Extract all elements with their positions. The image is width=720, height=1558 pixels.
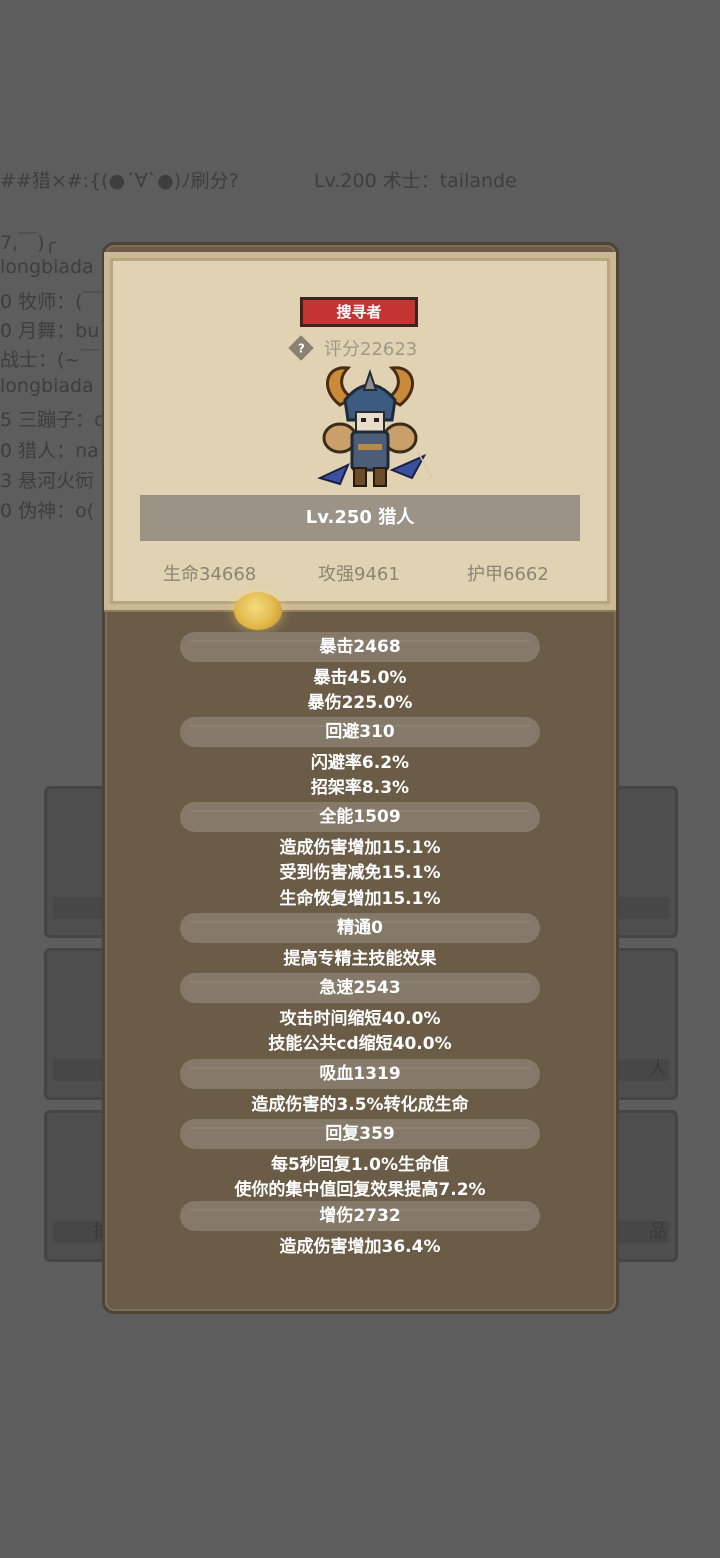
bg-rank-line: ##猎×#:{(●´∀`●)ﾉ刷分? <box>0 170 239 192</box>
stat-detail: 受到伤害减免15.1% <box>279 863 441 883</box>
help-icon[interactable]: ? <box>288 335 314 361</box>
stat-detail: 造成伤害增加36.4% <box>279 1237 441 1257</box>
stat-regen: 回复359 <box>180 1119 540 1149</box>
bg-rank-line: 0 牧师：(￣ <box>0 291 102 313</box>
stat-dodge: 回避310 <box>180 717 540 747</box>
score-row: ? 评分22623 <box>288 335 418 361</box>
stat-detail: 闪避率6.2% <box>310 753 410 773</box>
bg-card-label: 人 <box>649 1059 667 1080</box>
stat-versatility: 全能1509 <box>180 802 540 832</box>
stat-detail: 暴击45.0% <box>313 668 407 688</box>
bg-rank-line: 0 月舞：bu <box>0 320 100 342</box>
bg-rank-line: 0 猎人：na <box>0 440 99 462</box>
score-text: 评分22623 <box>324 339 418 360</box>
stat-mastery: 精通0 <box>180 913 540 943</box>
stat-detail: 技能公共cd缩短40.0% <box>268 1034 452 1054</box>
bg-rank-line: 3 悬河火衏 <box>0 470 95 492</box>
stat-detail: 每5秒回复1.0%生命值 <box>271 1155 449 1175</box>
stat-detail: 造成伤害的3.5%转化成生命 <box>251 1095 469 1115</box>
bg-rank-line: Lv.200 术士：tailande <box>314 170 517 192</box>
hp-stat: 生命34668 <box>163 564 257 585</box>
stat-detail: 提高专精主技能效果 <box>283 949 437 969</box>
bg-rank-line: 5 三蹦子：c <box>0 409 105 431</box>
bg-rank-line: longbiada <box>0 256 94 278</box>
stat-detail: 使你的集中值回复效果提高7.2% <box>234 1180 486 1200</box>
stat-detail: 攻击时间缩短40.0% <box>279 1009 441 1029</box>
level-class-bar: Lv.250 猎人 <box>140 495 580 541</box>
bg-rank-line: 战士：(~￣ <box>0 349 100 371</box>
stat-detail: 生命恢复增加15.1% <box>279 889 441 909</box>
coin-icon <box>234 592 282 630</box>
bg-rank-line: longbiada <box>0 375 94 397</box>
stat-detail: 造成伤害增加15.1% <box>279 838 441 858</box>
class-badge: 搜寻者 <box>300 297 418 327</box>
stat-detail: 暴伤225.0% <box>307 693 413 713</box>
bg-rank-line: 0 伪神：o( <box>0 500 95 522</box>
attack-stat: 攻强9461 <box>318 564 400 585</box>
character-portrait <box>317 366 433 487</box>
bg-card-label: 品 <box>649 1221 667 1242</box>
bg-rank-line: 7,￣)╭ <box>0 232 56 254</box>
stat-detail: 招架率8.3% <box>310 778 410 798</box>
stat-lifesteal: 吸血1319 <box>180 1059 540 1089</box>
stat-damage-bonus: 增伤2732 <box>180 1201 540 1231</box>
stat-crit: 暴击2468 <box>180 632 540 662</box>
stat-haste: 急速2543 <box>180 973 540 1003</box>
armor-stat: 护甲6662 <box>467 564 549 585</box>
